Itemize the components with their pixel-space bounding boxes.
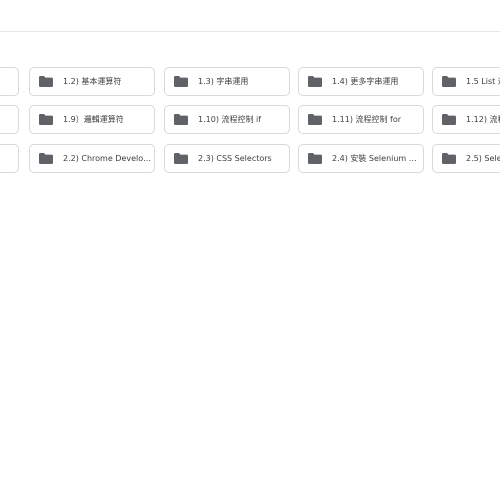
folder-label: 1.4) 更多字串運用 [332, 77, 399, 86]
folder-label: 2.2) Chrome Developer Tools [63, 154, 154, 163]
folder-item[interactable]: 1.11) 流程控制 for [298, 105, 424, 134]
folder-item[interactable]: 1.5 List 運 [432, 67, 500, 96]
folder-icon [442, 153, 456, 164]
folder-item[interactable]: 1.9）邏輯運算符 [29, 105, 155, 134]
folder-icon [174, 76, 188, 87]
folder-icon [39, 153, 53, 164]
folder-item[interactable]: 1.12) 流程 [432, 105, 500, 134]
folder-item-partial[interactable] [0, 67, 19, 96]
folder-item[interactable]: 1.4) 更多字串運用 [298, 67, 424, 96]
folder-item[interactable]: 1.10) 流程控制 if [164, 105, 290, 134]
folder-label: 1.9）邏輯運算符 [63, 115, 124, 124]
folder-icon [39, 76, 53, 87]
folder-icon [442, 114, 456, 125]
drive-folder-view: 1.2) 基本運算符 1.3) 字串運用 1.4) 更多字串運用 1.5 Lis… [0, 0, 500, 500]
folder-label: 1.3) 字串運用 [198, 77, 249, 86]
folder-icon [174, 114, 188, 125]
folder-item[interactable]: 2.2) Chrome Developer Tools [29, 144, 155, 173]
folder-item-partial[interactable] [0, 144, 19, 173]
folder-icon [174, 153, 188, 164]
folder-label: 1.5 List 運 [466, 77, 500, 86]
folder-icon [39, 114, 53, 125]
folder-item[interactable]: 1.3) 字串運用 [164, 67, 290, 96]
folder-item-partial[interactable] [0, 105, 19, 134]
folder-label: 2.4) 安裝 Selenium 及 WebDriver [332, 154, 423, 163]
folder-item[interactable]: 2.4) 安裝 Selenium 及 WebDriver [298, 144, 424, 173]
folder-item[interactable]: 2.3) CSS Selectors [164, 144, 290, 173]
folder-grid: 1.2) 基本運算符 1.3) 字串運用 1.4) 更多字串運用 1.5 Lis… [0, 0, 500, 500]
folder-label: 1.10) 流程控制 if [198, 115, 262, 124]
folder-label: 1.2) 基本運算符 [63, 77, 122, 86]
folder-label: 1.12) 流程 [466, 115, 500, 124]
folder-item[interactable]: 1.2) 基本運算符 [29, 67, 155, 96]
folder-label: 2.3) CSS Selectors [198, 154, 272, 163]
folder-icon [308, 76, 322, 87]
folder-icon [308, 153, 322, 164]
folder-icon [442, 76, 456, 87]
folder-item[interactable]: 2.5) Seler [432, 144, 500, 173]
folder-icon [308, 114, 322, 125]
folder-label: 1.11) 流程控制 for [332, 115, 402, 124]
folder-label: 2.5) Seler [466, 154, 500, 163]
